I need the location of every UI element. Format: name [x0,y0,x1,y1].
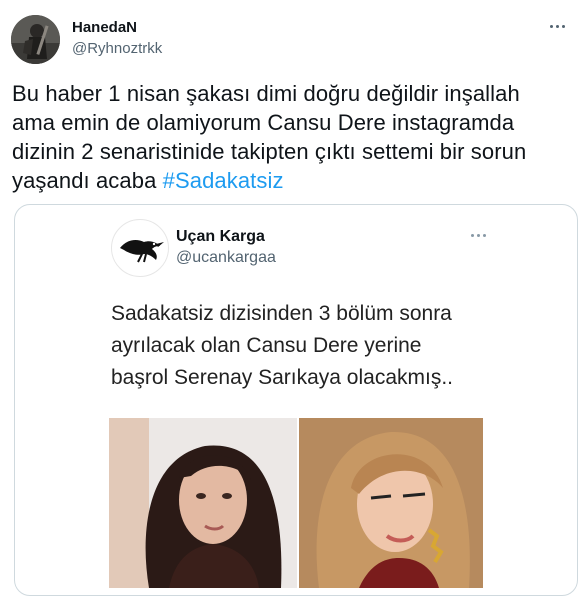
quoted-text-line: Sadakatsiz dizisinden 3 bölüm sonra [111,302,452,325]
author-handle[interactable]: @Ryhnoztrkk [72,39,162,59]
hashtag-link[interactable]: #Sadakatsiz [163,168,284,193]
embedded-image[interactable]: Uçan Karga @ucankargaa Sadakatsiz dizisi… [14,204,578,596]
more-options-icon[interactable] [543,16,571,36]
quoted-handle: @ucankargaa [176,249,276,266]
author-display-name[interactable]: HanedaN [72,18,137,38]
quoted-text: Sadakatsiz dizisinden 3 bölüm sonra ayrı… [111,298,531,394]
tweet-text-line: Bu haber 1 nisan şakası dimi doğru değil… [12,81,520,106]
avatar[interactable] [11,15,60,64]
more-options-icon [465,227,491,243]
quoted-text-line: ayrılacak olan Cansu Dere yerine [111,334,422,357]
portrait-photo-left [109,418,297,588]
quoted-text-line: başrol Serenay Sarıkaya olacakmış.. [111,366,453,389]
tweet-text-line: dizinin 2 senaristinide takipten çıktı s… [12,139,527,164]
tweet-text-line: ama emin de olamiyorum Cansu Dere instag… [12,110,515,135]
tweet-text: Bu haber 1 nisan şakası dimi doğru değil… [12,79,572,195]
tweet-text-line: yaşandı acaba #Sadakatsiz [12,166,572,195]
portrait-photo-right [299,418,483,588]
crow-logo-icon [111,219,169,277]
quoted-display-name: Uçan Karga [176,228,265,245]
tweet-text-fragment: yaşandı acaba [12,168,163,193]
tweet: HanedaN @Ryhnoztrkk Bu haber 1 nisan şak… [0,0,586,596]
